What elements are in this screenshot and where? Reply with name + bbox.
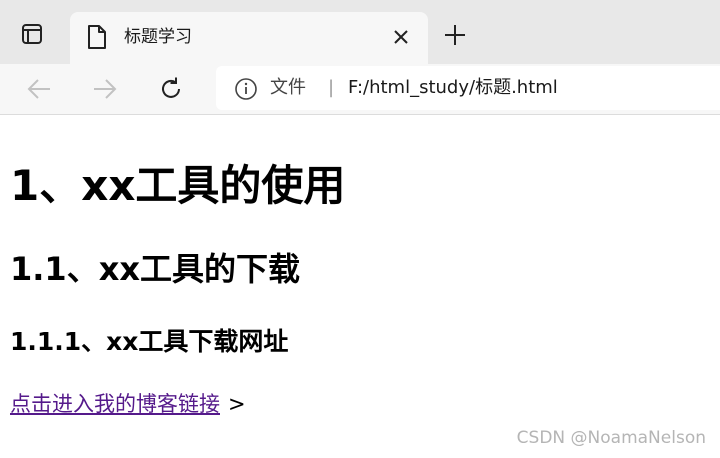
tab-strip: 标题学习 bbox=[0, 0, 720, 64]
watermark: CSDN @NoamaNelson bbox=[516, 428, 706, 448]
reload-button[interactable] bbox=[156, 74, 186, 104]
arrow-right-icon bbox=[94, 79, 117, 99]
address-url[interactable]: F:/html_study/标题.html bbox=[348, 75, 558, 101]
blog-link-line: 点击进入我的博客链接 > bbox=[10, 388, 246, 420]
tab-actions-icon bbox=[22, 24, 42, 44]
active-tab[interactable]: 标题学习 bbox=[70, 12, 428, 64]
tab-title: 标题学习 bbox=[124, 27, 192, 47]
back-button[interactable] bbox=[24, 74, 54, 104]
new-tab-button[interactable] bbox=[440, 20, 470, 50]
heading-1: 1、xx工具的使用 bbox=[10, 161, 346, 210]
address-scheme-label: 文件 bbox=[270, 77, 306, 98]
reload-icon bbox=[162, 77, 180, 98]
heading-2: 1.1、xx工具的下载 bbox=[10, 250, 300, 288]
blog-link[interactable]: 点击进入我的博客链接 bbox=[10, 392, 220, 416]
arrow-left-icon bbox=[27, 79, 50, 99]
address-bar[interactable]: 文件 | F:/html_study/标题.html bbox=[216, 66, 720, 110]
close-icon bbox=[394, 30, 408, 44]
link-suffix: > bbox=[228, 392, 246, 416]
browser-toolbar: 文件 | F:/html_study/标题.html bbox=[0, 64, 720, 115]
heading-3: 1.1.1、xx工具下载网址 bbox=[10, 327, 289, 356]
tab-actions-button[interactable] bbox=[14, 18, 50, 50]
info-icon[interactable] bbox=[234, 77, 258, 101]
close-tab-button[interactable] bbox=[388, 24, 414, 50]
address-separator: | bbox=[328, 77, 335, 98]
forward-button[interactable] bbox=[90, 74, 120, 104]
plus-icon bbox=[445, 25, 465, 45]
page-icon bbox=[88, 25, 106, 49]
